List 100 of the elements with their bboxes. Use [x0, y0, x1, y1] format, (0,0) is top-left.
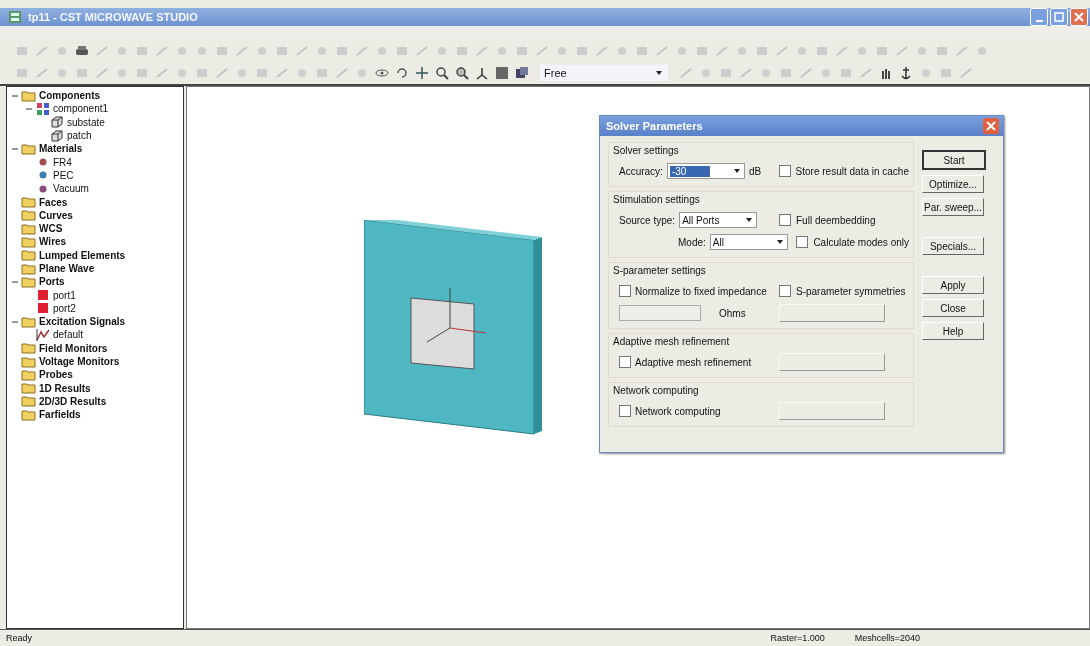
dialog-button[interactable]: Optimize... — [922, 175, 984, 193]
toolbar-icon[interactable] — [154, 43, 170, 59]
tree-item[interactable]: Ports — [39, 276, 65, 288]
checkbox-label: Adaptive mesh refinement — [635, 356, 752, 368]
tree-item[interactable]: FR4 — [53, 156, 72, 168]
toolbar-icon[interactable] — [154, 65, 170, 81]
dropdown-field[interactable]: -30 — [666, 163, 745, 179]
toolbar-icon[interactable] — [274, 65, 290, 81]
tree-item[interactable]: Curves — [39, 209, 73, 221]
tree-item[interactable]: Components — [39, 90, 101, 102]
tree-item[interactable]: Lumped Elements — [39, 249, 126, 261]
tree-item[interactable]: patch — [67, 130, 92, 142]
tree-item[interactable]: component1 — [53, 103, 109, 115]
group-title: Adaptive mesh refinement — [613, 336, 731, 347]
tree-item[interactable]: PEC — [53, 169, 74, 181]
dialog-button[interactable]: Specials... — [922, 237, 984, 255]
signal-icon — [35, 327, 51, 343]
checkbox[interactable] — [619, 405, 631, 417]
view-mode-dropdown[interactable]: Free — [540, 65, 668, 81]
component-icon — [35, 100, 51, 117]
axes-icon[interactable] — [474, 65, 490, 81]
tree-item[interactable]: WCS — [39, 223, 63, 235]
checkbox-label: Calculate modes only — [813, 236, 909, 248]
layers-icon[interactable] — [514, 65, 530, 81]
folder-icon — [21, 247, 37, 264]
tree-item[interactable]: Faces — [39, 196, 68, 208]
toolbar-icon[interactable] — [958, 65, 974, 81]
toolbar-icon[interactable] — [534, 43, 550, 59]
toolbar-icon[interactable] — [738, 65, 754, 81]
dropdown-field[interactable]: All — [709, 234, 788, 250]
tree-item[interactable]: substate — [67, 116, 105, 128]
dialog-title: Solver Parameters — [606, 120, 703, 132]
tree-item[interactable]: Probes — [39, 369, 73, 381]
toolbar-icon[interactable] — [474, 43, 490, 59]
tree-item[interactable]: Wires — [39, 236, 67, 248]
status-field: Meshcells=2040 — [854, 633, 920, 643]
zoom-icon[interactable] — [454, 65, 470, 81]
dialog-button[interactable]: Help — [922, 322, 984, 340]
minimize-icon — [1035, 19, 1043, 22]
rotate-icon[interactable] — [394, 65, 410, 81]
tree-item[interactable]: port1 — [53, 289, 76, 301]
toolbar-icon[interactable] — [678, 65, 694, 81]
checkbox[interactable] — [619, 356, 631, 368]
toolbar-icon[interactable] — [714, 43, 730, 59]
shaded-view-icon[interactable] — [494, 65, 510, 81]
toolbar-icon[interactable] — [354, 43, 370, 59]
close-icon[interactable] — [983, 118, 999, 134]
toolbar-icon[interactable] — [954, 43, 970, 59]
close-icon — [1072, 10, 1086, 24]
toolbar-icon[interactable] — [94, 65, 110, 81]
checkbox-label: Normalize to fixed impedance — [635, 285, 767, 297]
checkbox[interactable] — [779, 214, 791, 226]
checkbox[interactable] — [778, 165, 791, 177]
dialog-button[interactable]: Close — [922, 299, 984, 317]
toolbar-icon[interactable] — [654, 43, 670, 59]
toolbar-icon[interactable] — [234, 43, 250, 59]
tree-item[interactable]: Excitation Signals — [39, 316, 126, 328]
folder-icon — [21, 393, 37, 410]
toolbar-icon[interactable] — [774, 43, 790, 59]
checkbox[interactable] — [619, 285, 631, 297]
checkbox[interactable] — [779, 285, 791, 297]
checkbox-label: S-parameter symmetries — [796, 285, 906, 297]
status-field: Raster=1.000 — [770, 633, 825, 643]
maximize-icon — [1052, 10, 1066, 24]
field-label: Accuracy: — [619, 165, 663, 177]
tree-item[interactable]: Materials — [39, 143, 83, 155]
tree-item[interactable]: Field Monitors — [39, 342, 108, 354]
toolbar-icon[interactable] — [294, 43, 310, 59]
dialog-button[interactable]: Par. sweep... — [922, 198, 984, 216]
minimize-button[interactable] — [1030, 8, 1048, 26]
tree-item[interactable]: Vacuum — [53, 183, 89, 195]
group-title: Network computing — [613, 385, 700, 396]
toolbar-icon[interactable] — [414, 43, 430, 59]
toolbar-icon[interactable] — [214, 65, 230, 81]
tree-item[interactable]: 2D/3D Results — [39, 395, 107, 407]
dialog-button[interactable]: Start — [922, 150, 986, 170]
cube-icon — [49, 114, 65, 131]
zoom-icon[interactable] — [434, 65, 450, 81]
toolbar-icon[interactable] — [834, 43, 850, 59]
cube-icon — [49, 127, 65, 144]
tree-item[interactable]: Farfields — [39, 409, 81, 421]
tree-item[interactable]: 1D Results — [39, 382, 91, 394]
toolbar-icon[interactable] — [34, 43, 50, 59]
toolbar-icon[interactable] — [334, 65, 350, 81]
toolbar-icon[interactable] — [594, 43, 610, 59]
dialog-button[interactable]: Apply — [922, 276, 984, 294]
anchor-icon[interactable] — [898, 65, 914, 81]
tree-item[interactable]: port2 — [53, 302, 76, 314]
maximize-button[interactable] — [1050, 8, 1068, 26]
tree-item[interactable]: Voltage Monitors — [39, 356, 120, 368]
checkbox-label: Store result data in cache — [795, 165, 909, 177]
toolbar-icon[interactable] — [798, 65, 814, 81]
tree-item[interactable]: Plane Wave — [39, 263, 95, 274]
dropdown-field[interactable]: All Ports — [679, 212, 758, 228]
checkbox[interactable] — [796, 236, 809, 248]
close-button[interactable] — [1070, 8, 1088, 26]
toolbar-icon[interactable] — [34, 65, 50, 81]
unit-label: Ohms — [719, 307, 746, 319]
toolbar-icon[interactable] — [894, 43, 910, 59]
tree-item[interactable]: default — [53, 329, 84, 341]
